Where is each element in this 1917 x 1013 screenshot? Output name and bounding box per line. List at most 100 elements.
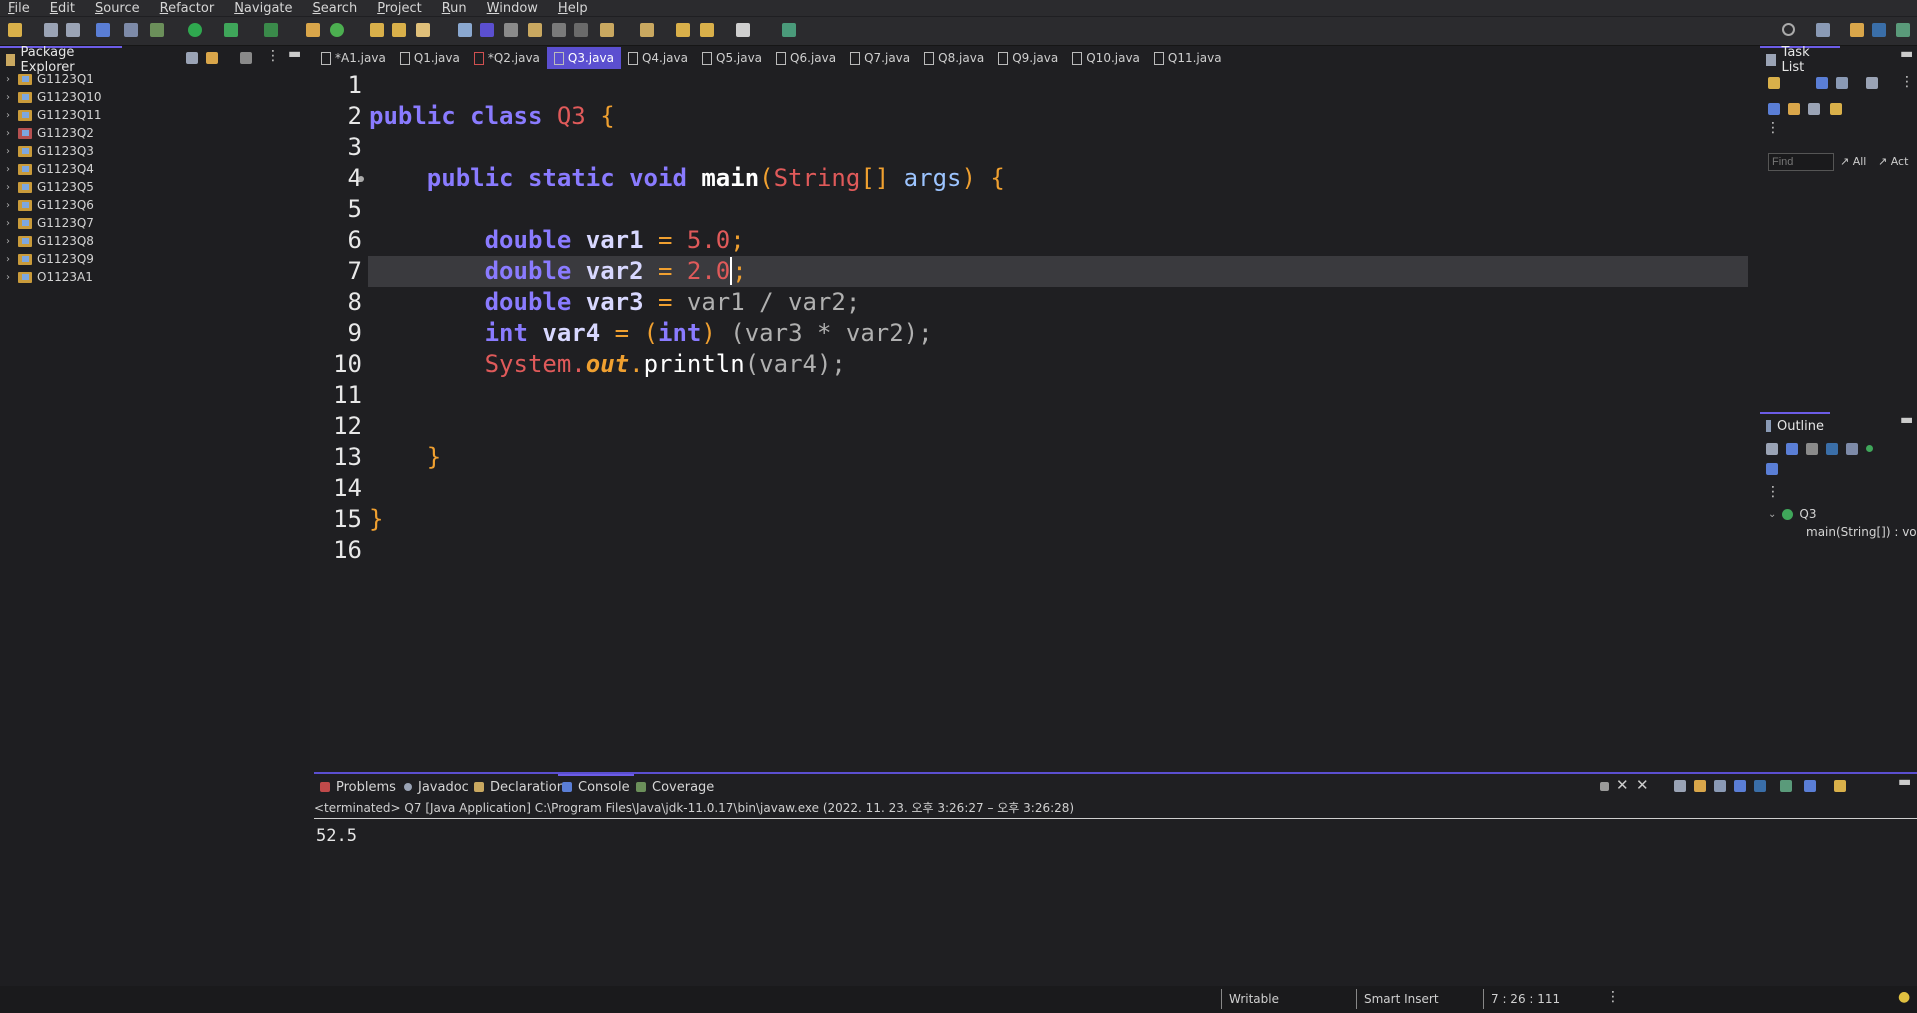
editor-tab-active[interactable]: Q3.java <box>546 47 621 69</box>
tree-item[interactable]: › G1123Q1 <box>0 70 300 88</box>
scheduled-icon[interactable] <box>1836 77 1848 89</box>
scroll-lock-icon[interactable] <box>1694 780 1706 792</box>
task-list-tab[interactable]: Task List <box>1760 45 1840 75</box>
menu-file[interactable]: File <box>8 1 30 16</box>
prev-annotation-icon[interactable] <box>640 23 654 37</box>
editor-tab[interactable]: Q7.java <box>843 47 917 69</box>
chevron-right-icon[interactable]: › <box>6 164 18 175</box>
hide-nonpublic-icon[interactable] <box>1846 443 1858 455</box>
editor-tab[interactable]: Q11.java <box>1147 47 1229 69</box>
view-menu-icon[interactable]: ⋮ <box>266 48 280 64</box>
editor-tab[interactable]: Q4.java <box>621 47 695 69</box>
save-all-icon[interactable] <box>66 23 80 37</box>
chevron-right-icon[interactable]: › <box>6 272 18 283</box>
tree-item[interactable]: › G1123Q9 <box>0 250 300 268</box>
editor-tab[interactable]: *Q2.java <box>467 47 547 69</box>
toggle-mark-icon[interactable] <box>458 23 472 37</box>
editor-tab[interactable]: Q9.java <box>991 47 1065 69</box>
hide-local-types-icon[interactable] <box>1866 445 1873 452</box>
minimize-icon[interactable]: ▬ <box>1898 774 1911 790</box>
open-perspective-icon[interactable] <box>1816 23 1830 37</box>
last-edit-icon[interactable] <box>676 23 690 37</box>
tab-javadoc[interactable]: Javadoc <box>400 776 473 798</box>
java-perspective-icon[interactable] <box>1850 23 1864 37</box>
search-tool-icon[interactable] <box>416 23 430 37</box>
fold-dot-icon[interactable] <box>358 176 364 182</box>
tab-coverage[interactable]: Coverage <box>632 776 718 798</box>
tree-item[interactable]: › G1123Q3 <box>0 142 300 160</box>
hide-static-icon[interactable] <box>1826 443 1838 455</box>
word-wrap-icon[interactable] <box>1714 780 1726 792</box>
forward-icon[interactable] <box>736 23 750 37</box>
tree-item[interactable]: › O1123A1 <box>0 268 300 286</box>
new-package-icon[interactable] <box>330 23 344 37</box>
tree-item[interactable]: › G1123Q8 <box>0 232 300 250</box>
clear-console-icon[interactable] <box>1674 780 1686 792</box>
tree-item[interactable]: › G1123Q7 <box>0 214 300 232</box>
pin-editor-icon[interactable] <box>782 23 796 37</box>
chevron-right-icon[interactable]: › <box>6 92 18 103</box>
menu-refactor[interactable]: Refactor <box>160 1 215 16</box>
debug-perspective-icon[interactable] <box>1872 23 1886 37</box>
highlight-icon[interactable] <box>480 23 494 37</box>
collapse-icon[interactable] <box>1808 103 1820 115</box>
block-selection-icon[interactable] <box>504 23 518 37</box>
display-console-icon[interactable] <box>1804 780 1816 792</box>
filter-icon[interactable] <box>1866 77 1878 89</box>
show-on-stderr-icon[interactable] <box>1754 780 1766 792</box>
external-tools-icon[interactable] <box>264 23 278 37</box>
open-type-icon[interactable] <box>370 23 384 37</box>
menu-search[interactable]: Search <box>313 1 358 16</box>
tree-item[interactable]: › G1123Q2 <box>0 124 300 142</box>
minimize-icon[interactable]: ▬ <box>288 46 301 62</box>
chevron-down-icon[interactable]: ⌄ <box>1768 509 1776 520</box>
git-perspective-icon[interactable] <box>1896 23 1910 37</box>
tab-declaration[interactable]: Declaration <box>470 776 569 798</box>
back-icon[interactable] <box>700 23 714 37</box>
status-menu-icon[interactable]: ⋮ <box>1606 989 1620 1005</box>
minimize-icon[interactable]: ▬ <box>1900 412 1913 428</box>
editor-tab[interactable]: Q8.java <box>917 47 991 69</box>
tree-item[interactable]: › G1123Q4 <box>0 160 300 178</box>
word-wrap-icon[interactable] <box>528 23 542 37</box>
outline-class-node[interactable]: ⌄ Q3 <box>1768 507 1816 521</box>
editor-tab[interactable]: Q10.java <box>1065 47 1147 69</box>
menu-run[interactable]: Run <box>442 1 467 16</box>
terminate-icon[interactable] <box>1600 782 1609 791</box>
package-explorer-tab[interactable]: Package Explorer <box>0 45 122 75</box>
new-task-icon[interactable] <box>1768 77 1780 89</box>
tab-problems[interactable]: Problems <box>316 776 400 798</box>
debug-icon[interactable] <box>150 23 164 37</box>
tree-item[interactable]: › G1123Q6 <box>0 196 300 214</box>
menu-window[interactable]: Window <box>487 1 538 16</box>
paragraph-icon[interactable] <box>574 23 588 37</box>
hide-fields-icon[interactable] <box>1806 443 1818 455</box>
open-task-icon[interactable] <box>392 23 406 37</box>
repositories-icon[interactable] <box>1830 103 1842 115</box>
menu-edit[interactable]: Edit <box>50 1 75 16</box>
next-annotation-icon[interactable] <box>600 23 614 37</box>
all-filter-link[interactable]: ↗ All <box>1840 155 1866 168</box>
insert-mode-status[interactable]: Smart Insert <box>1364 992 1439 1006</box>
menu-help[interactable]: Help <box>558 1 588 16</box>
sort-icon[interactable] <box>1786 443 1798 455</box>
coverage-icon[interactable] <box>224 23 238 37</box>
terminal-icon[interactable] <box>96 23 110 37</box>
new-java-project-icon[interactable] <box>306 23 320 37</box>
outline-method-node[interactable]: main(String[]) : void <box>1800 525 1917 539</box>
chevron-right-icon[interactable]: › <box>6 254 18 265</box>
show-on-stdout-icon[interactable] <box>1734 780 1746 792</box>
chevron-right-icon[interactable]: › <box>6 128 18 139</box>
tab-console[interactable]: Console <box>558 774 634 798</box>
open-console-icon[interactable] <box>1834 780 1846 792</box>
chevron-right-icon[interactable]: › <box>6 182 18 193</box>
chevron-right-icon[interactable]: › <box>6 218 18 229</box>
task-find-input[interactable] <box>1768 153 1834 171</box>
collapse-all-icon[interactable] <box>1766 443 1778 455</box>
chevron-right-icon[interactable]: › <box>6 146 18 157</box>
view-menu-icon[interactable]: ⋮ <box>1900 74 1914 90</box>
chevron-right-icon[interactable]: › <box>6 236 18 247</box>
more-icon[interactable]: ⋮ <box>1766 120 1780 136</box>
categorized-icon[interactable] <box>1816 77 1828 89</box>
outline-tab[interactable]: Outline <box>1760 412 1830 438</box>
